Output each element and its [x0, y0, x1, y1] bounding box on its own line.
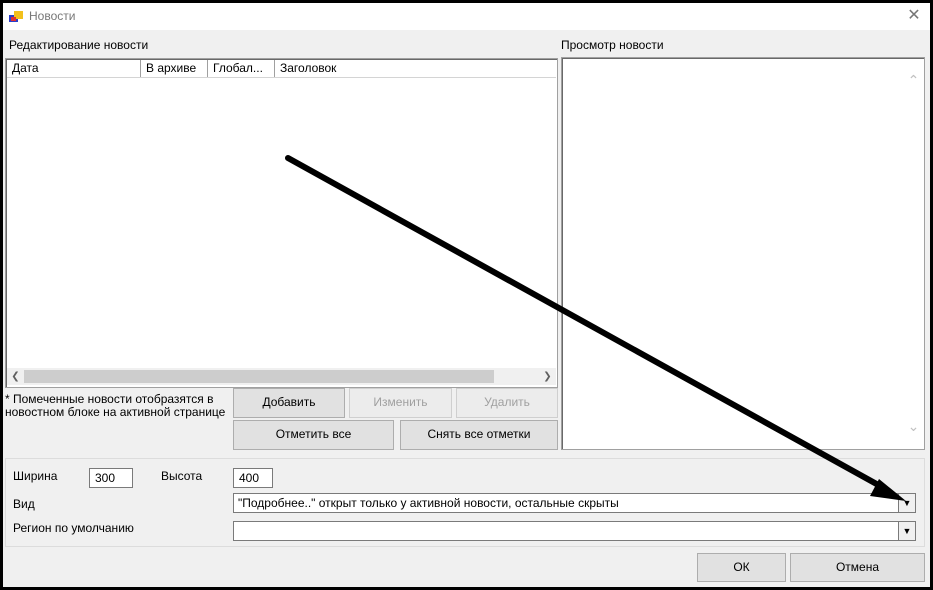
view-label: Вид: [13, 497, 35, 511]
preview-pane: ⌃ ⌄: [561, 57, 925, 450]
column-header-global[interactable]: Глобал...: [208, 60, 275, 77]
window-title: Новости: [29, 9, 76, 23]
height-label: Высота: [161, 469, 203, 483]
uncheck-all-button[interactable]: Снять все отметки: [400, 420, 558, 450]
cancel-button[interactable]: Отмена: [790, 553, 925, 582]
region-dropdown-arrow-icon[interactable]: ▼: [898, 521, 916, 541]
news-table[interactable]: Дата В архиве Глобал... Заголовок ❮ ❯: [5, 58, 558, 388]
news-app-icon: [8, 9, 24, 23]
table-header: Дата В архиве Глобал... Заголовок: [7, 60, 556, 78]
editor-section-label: Редактирование новости: [9, 38, 149, 52]
news-dialog: Новости ✕ Редактирование новости Дата В …: [3, 3, 930, 587]
region-label: Регион по умолчанию: [13, 521, 134, 535]
title-bar: Новости ✕: [3, 3, 930, 30]
chevron-left-icon[interactable]: ❮: [7, 368, 24, 385]
horizontal-scrollbar[interactable]: ❮ ❯: [7, 368, 556, 385]
view-select-value: "Подробнее.." открыт только у активной н…: [238, 496, 619, 510]
width-label: Ширина: [13, 469, 58, 483]
preview-section-label: Просмотр новости: [561, 38, 664, 52]
column-header-title[interactable]: Заголовок: [275, 60, 556, 77]
delete-button[interactable]: Удалить: [456, 388, 558, 418]
edit-button[interactable]: Изменить: [349, 388, 452, 418]
close-icon[interactable]: ✕: [904, 6, 924, 26]
add-button[interactable]: Добавить: [233, 388, 345, 418]
height-input[interactable]: 400: [233, 468, 273, 488]
width-input[interactable]: 300: [89, 468, 133, 488]
region-select[interactable]: [233, 521, 901, 541]
view-dropdown-arrow-icon[interactable]: ▼: [898, 493, 916, 513]
column-header-date[interactable]: Дата: [7, 60, 141, 77]
column-header-archive[interactable]: В архиве: [141, 60, 208, 77]
chevron-right-icon[interactable]: ❯: [539, 368, 556, 385]
scroll-thumb[interactable]: [24, 370, 494, 383]
ok-button[interactable]: ОК: [697, 553, 786, 582]
check-all-button[interactable]: Отметить все: [233, 420, 394, 450]
chevron-down-icon[interactable]: ⌄: [905, 418, 922, 436]
marked-news-note: * Помеченные новости отобразятся в новос…: [5, 392, 226, 419]
chevron-up-icon[interactable]: ⌃: [905, 72, 922, 90]
view-select[interactable]: "Подробнее.." открыт только у активной н…: [233, 493, 901, 513]
